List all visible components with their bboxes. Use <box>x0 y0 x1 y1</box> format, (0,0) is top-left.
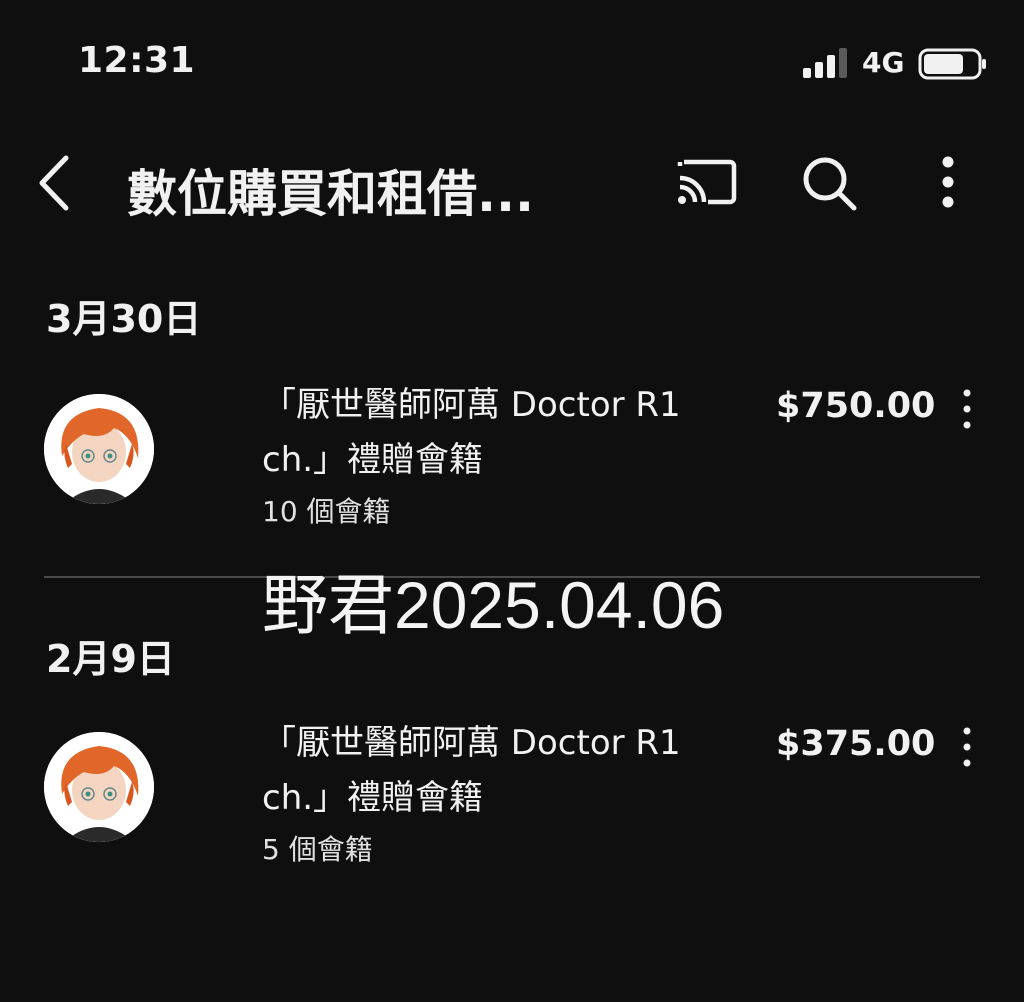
item-title: 「厭世醫師阿萬 Doctor R1 ch.」禮贈會籍 <box>262 716 722 826</box>
page-title: 數位購買和租借... <box>127 165 534 223</box>
battery-icon <box>918 48 986 80</box>
channel-avatar <box>44 394 154 504</box>
network-type: 4G <box>862 46 905 79</box>
watermark-text: 野君2025.04.06 <box>262 568 725 642</box>
app-header: 數位購買和租借... <box>0 130 1024 240</box>
search-icon[interactable] <box>798 152 860 214</box>
purchase-item[interactable]: 「厭世醫師阿萬 Doctor R1 ch.」禮贈會籍 5 個會籍 $375.00 <box>0 702 1024 866</box>
signal-icon <box>803 48 847 78</box>
cast-icon[interactable] <box>676 154 738 210</box>
item-title-line2: ch.」禮贈會籍 <box>262 778 484 818</box>
chevron-left-icon[interactable] <box>30 148 80 218</box>
more-vertical-icon[interactable] <box>952 384 982 434</box>
item-price: $750.00 <box>776 386 936 426</box>
item-title-line1: 「厭世醫師阿萬 Doctor R1 <box>262 385 681 425</box>
status-time: 12:31 <box>78 40 196 81</box>
status-bar: 12:31 4G <box>0 0 1024 120</box>
item-count: 10 個會籍 <box>262 495 391 528</box>
more-vertical-icon[interactable] <box>926 152 970 214</box>
more-vertical-icon[interactable] <box>952 722 982 772</box>
item-count: 5 個會籍 <box>262 833 373 866</box>
item-price: $375.00 <box>776 724 936 764</box>
item-title-line1: 「厭世醫師阿萬 Doctor R1 <box>262 723 681 763</box>
item-title-line2: ch.」禮贈會籍 <box>262 440 484 480</box>
section-date: 3月30日 <box>46 297 202 341</box>
purchase-item[interactable]: 「厭世醫師阿萬 Doctor R1 ch.」禮贈會籍 10 個會籍 $750.0… <box>0 364 1024 528</box>
channel-avatar <box>44 732 154 842</box>
item-title: 「厭世醫師阿萬 Doctor R1 ch.」禮贈會籍 <box>262 378 722 488</box>
section-date: 2月9日 <box>46 637 175 681</box>
